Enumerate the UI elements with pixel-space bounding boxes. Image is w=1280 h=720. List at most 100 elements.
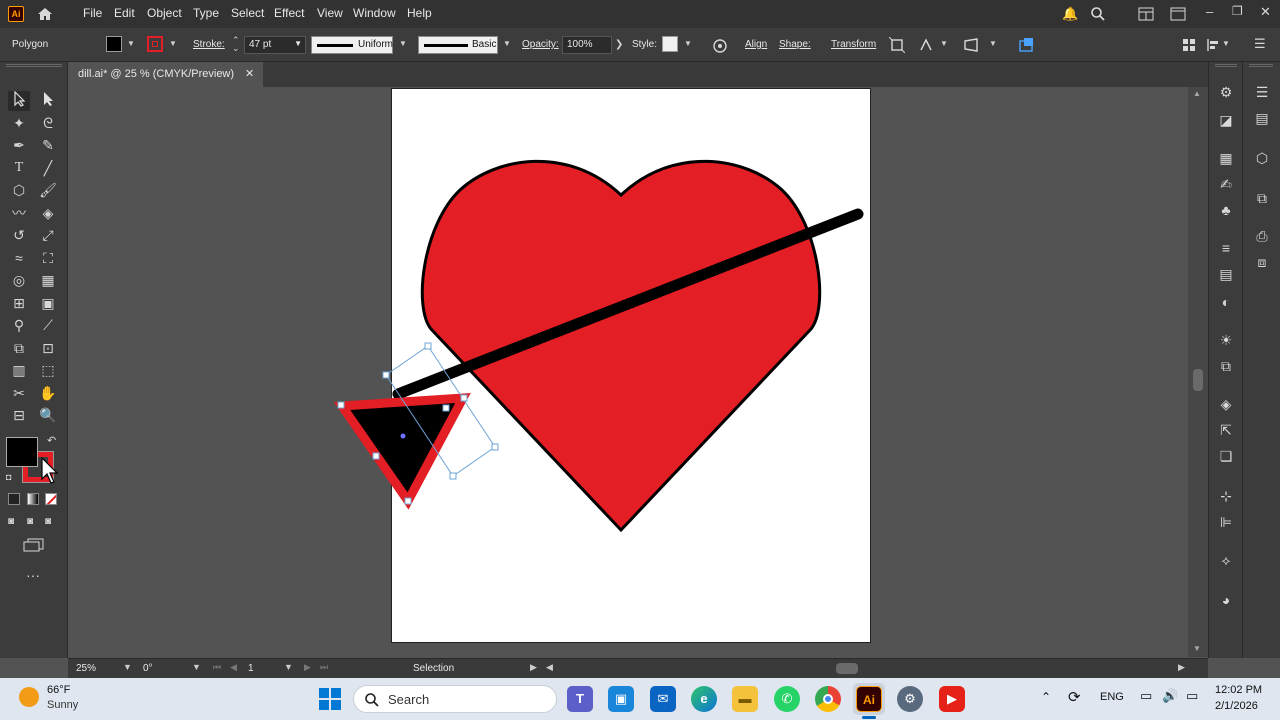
style-swatch[interactable] — [662, 36, 678, 52]
rotation-value[interactable]: 0° — [143, 663, 153, 674]
transform-link[interactable]: Transform — [831, 39, 876, 50]
stroke-stepper-icon[interactable]: ⌃ ⌄ — [232, 36, 240, 53]
type-tool-icon[interactable]: T — [8, 158, 30, 178]
profile-chevron-down-icon[interactable]: ▼ — [399, 39, 407, 48]
print-tiling-tool-icon[interactable]: ⊟ — [8, 405, 30, 425]
selection-tool-icon[interactable] — [8, 90, 30, 111]
color-mode-icon[interactable] — [8, 493, 20, 505]
artboard-number[interactable]: 1 — [248, 663, 254, 674]
weather-sun-icon[interactable] — [19, 687, 39, 707]
workspace-icon[interactable] — [1170, 7, 1186, 21]
symbols-panel-icon[interactable]: ♣ — [1215, 200, 1237, 220]
file-explorer-icon[interactable]: ▬ — [732, 686, 758, 712]
canvas[interactable] — [68, 87, 1188, 657]
chrome-icon[interactable] — [815, 686, 841, 712]
sync-icon[interactable]: ⟳ — [1068, 688, 1081, 706]
graphic-styles-panel-icon[interactable]: ⧉ — [1215, 356, 1237, 376]
menu-type[interactable]: Type — [193, 6, 219, 20]
last-artboard-icon[interactable]: ⏭ — [320, 662, 328, 673]
close-window-icon[interactable]: ✕ — [1260, 4, 1271, 20]
3d-panel-icon[interactable]: ⬡ — [1251, 148, 1273, 168]
stroke-weight-field[interactable]: 47 pt ▼ — [244, 36, 306, 54]
fill-swatch[interactable] — [106, 36, 122, 52]
screen-mode-icon[interactable] — [23, 538, 45, 552]
brush-definition[interactable]: Basic — [418, 36, 498, 54]
menu-effect[interactable]: Effect — [274, 6, 304, 20]
status-menu-arrow-icon[interactable]: ▶ — [530, 662, 537, 673]
direct-selection-tool-icon[interactable] — [37, 91, 59, 111]
first-artboard-icon[interactable]: ⏮ — [213, 662, 221, 673]
zoom-tool-icon[interactable]: 🔍 — [37, 405, 59, 425]
document-info-panel-icon[interactable]: ▤ — [1251, 108, 1273, 128]
settings-icon[interactable]: ⚙ — [897, 686, 923, 712]
warp-tool-icon[interactable]: ≈ — [8, 248, 30, 268]
default-colors-icon[interactable]: ◘ — [6, 472, 11, 482]
scroll-thumb[interactable] — [1193, 369, 1203, 391]
hand-tool-icon[interactable]: ✋ — [37, 383, 59, 403]
youtube-icon[interactable]: ▶ — [939, 686, 965, 712]
prev-artboard-icon[interactable]: ◀ — [230, 662, 237, 673]
swatches-panel-icon[interactable]: ▦ — [1215, 148, 1237, 168]
polygon-tool-icon[interactable]: ⬡ — [8, 180, 30, 200]
clock-date[interactable]: 2/1/2026 — [1215, 700, 1258, 712]
opacity-arrow-icon[interactable]: ❯ — [615, 39, 623, 50]
stroke-swatch[interactable] — [147, 36, 163, 52]
next-artboard-icon[interactable]: ▶ — [304, 662, 311, 673]
volume-icon[interactable]: 🔊 — [1162, 688, 1178, 704]
artboard-chevron-icon[interactable]: ▼ — [284, 662, 293, 672]
pages-panel-icon[interactable]: ⧈ — [1251, 252, 1273, 272]
layers-panel-icon[interactable]: ◈ — [1215, 394, 1237, 414]
transparency-panel-icon[interactable]: ◐ — [1215, 292, 1237, 312]
symbol-sprayer-tool-icon[interactable]: ⊡ — [37, 338, 59, 358]
whatsapp-icon[interactable]: ✆ — [774, 686, 800, 712]
outlook-icon[interactable]: ✉ — [650, 686, 676, 712]
menu-object[interactable]: Object — [147, 6, 182, 20]
mesh-tool-icon[interactable]: ⊞ — [8, 293, 30, 313]
ms-store-icon[interactable]: ▣ — [608, 686, 634, 712]
stroke-weight-chevron-icon[interactable]: ▼ — [294, 39, 302, 48]
stroke-label[interactable]: Stroke: — [193, 39, 225, 50]
arrange-panels-icon[interactable] — [1182, 38, 1196, 52]
menu-view[interactable]: View — [317, 6, 343, 20]
paintbrush-tool-icon[interactable]: 🖌 — [37, 180, 59, 200]
language-indicator[interactable]: ENG — [1100, 691, 1124, 703]
magic-wand-tool-icon[interactable]: ✦ — [8, 113, 30, 133]
battery-icon[interactable]: ▭ — [1186, 688, 1198, 704]
hscroll-thumb[interactable] — [836, 663, 858, 674]
brush-chevron-down-icon[interactable]: ▼ — [503, 39, 511, 48]
opacity-label[interactable]: Opacity: — [522, 39, 559, 50]
artboards-panel-icon[interactable]: ❏ — [1215, 446, 1237, 466]
isolate-selected-icon[interactable] — [889, 37, 905, 53]
menu-select[interactable]: Select — [231, 6, 264, 20]
appearance-panel-icon[interactable]: ☀ — [1215, 330, 1237, 350]
stroke-chevron-down-icon[interactable]: ▼ — [169, 39, 177, 48]
hscroll-right-icon[interactable]: ▶ — [1178, 662, 1185, 673]
curvature-tool-icon[interactable]: ✎ — [37, 135, 59, 155]
puppet-chevron-down-icon[interactable]: ▼ — [940, 39, 948, 48]
menu-edit[interactable]: Edit — [114, 6, 135, 20]
document-tab[interactable]: dill.ai* @ 25 % (CMYK/Preview) ✕ — [68, 62, 263, 87]
fill-chevron-down-icon[interactable]: ▼ — [127, 39, 135, 48]
scroll-down-icon[interactable]: ▼ — [1193, 644, 1201, 653]
align-link[interactable]: Align — [745, 39, 767, 50]
artboard-tool-icon[interactable]: ⬚ — [37, 360, 59, 380]
draw-normal-icon[interactable]: ◙ — [8, 516, 14, 527]
export-panel-icon[interactable]: ⇱ — [1215, 420, 1237, 440]
slice-tool-icon[interactable]: ✂ — [8, 383, 30, 403]
minimize-icon[interactable]: – — [1206, 4, 1213, 19]
edit-toolbar-icon[interactable]: ··· — [26, 567, 40, 583]
fill-color-swatch[interactable] — [6, 437, 38, 467]
free-transform-tool-icon[interactable]: ⛶ — [37, 248, 59, 268]
arrange-documents-icon[interactable] — [1138, 7, 1154, 21]
style-chevron-down-icon[interactable]: ▼ — [684, 39, 692, 48]
line-segment-tool-icon[interactable]: ╱ — [37, 158, 59, 178]
shape-builder-tool-icon[interactable]: ◎ — [8, 270, 30, 290]
pen-tool-icon[interactable]: ✒ — [8, 135, 30, 155]
perspective-grid-tool-icon[interactable]: ▦ — [37, 270, 59, 290]
dock-grip[interactable] — [1215, 64, 1237, 67]
brushes-panel-icon[interactable]: ✍ — [1215, 174, 1237, 194]
stroke-panel-icon[interactable]: ≡ — [1215, 238, 1237, 258]
weather-desc[interactable]: Sunny — [47, 699, 78, 711]
swap-fill-stroke-icon[interactable]: ↶ — [47, 434, 56, 447]
shape-link[interactable]: Shape: — [779, 39, 811, 50]
